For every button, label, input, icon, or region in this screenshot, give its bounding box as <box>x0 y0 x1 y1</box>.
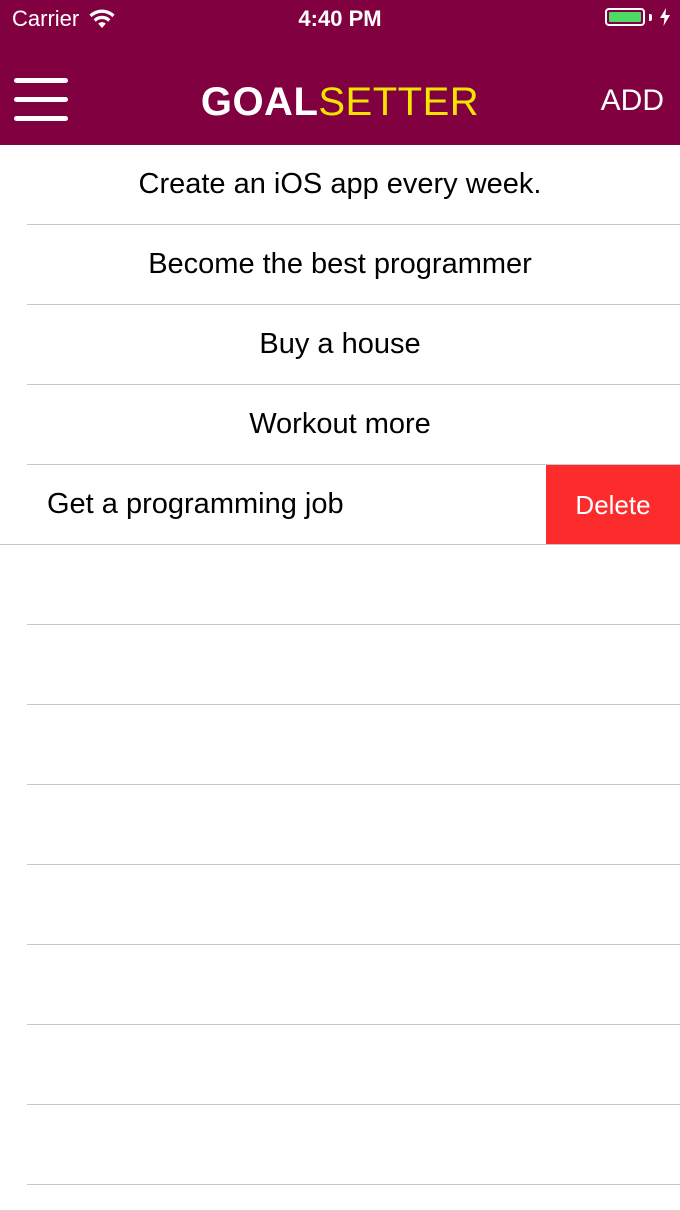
battery-icon <box>605 8 645 26</box>
empty-table-row <box>27 1185 680 1210</box>
goal-label: Buy a house <box>259 328 421 360</box>
battery-group <box>605 8 670 26</box>
goal-row[interactable]: Become the best programmer <box>27 225 680 305</box>
goal-row[interactable]: Create an iOS app every week. <box>27 145 680 225</box>
goal-setter-app: Carrier 4:40 PM GOALSETTER ADD Create an… <box>0 0 680 1210</box>
battery-level-fill <box>609 12 641 22</box>
header: Carrier 4:40 PM GOALSETTER ADD <box>0 0 680 145</box>
delete-button[interactable]: Delete <box>546 465 680 544</box>
empty-table-row <box>27 705 680 785</box>
battery-nub <box>649 13 652 21</box>
empty-table-row <box>27 785 680 865</box>
empty-table-row <box>27 625 680 705</box>
charging-bolt-icon <box>660 8 670 26</box>
status-bar: Carrier 4:40 PM <box>0 0 680 40</box>
empty-table-row <box>27 865 680 945</box>
status-time: 4:40 PM <box>298 6 382 31</box>
goal-row[interactable]: Get a programming job Delete <box>0 465 680 545</box>
add-goal-button[interactable]: ADD <box>601 84 664 118</box>
empty-table-row <box>27 1025 680 1105</box>
goal-label: Create an iOS app every week. <box>138 168 542 200</box>
goal-label: Workout more <box>249 408 431 440</box>
title-goal: GOAL <box>200 80 319 124</box>
goal-label: Become the best programmer <box>148 248 532 280</box>
page-title: GOALSETTER <box>0 80 680 124</box>
nav-bar: GOALSETTER ADD <box>0 40 680 145</box>
goal-row[interactable]: Workout more <box>27 385 680 465</box>
empty-table-row <box>27 1105 680 1185</box>
empty-table-row <box>27 945 680 1025</box>
empty-table-row <box>27 545 680 625</box>
goal-table: Create an iOS app every week. Become the … <box>0 145 680 1210</box>
title-setter: SETTER <box>318 80 480 124</box>
goal-label: Get a programming job <box>47 488 344 520</box>
goal-row[interactable]: Buy a house <box>27 305 680 385</box>
